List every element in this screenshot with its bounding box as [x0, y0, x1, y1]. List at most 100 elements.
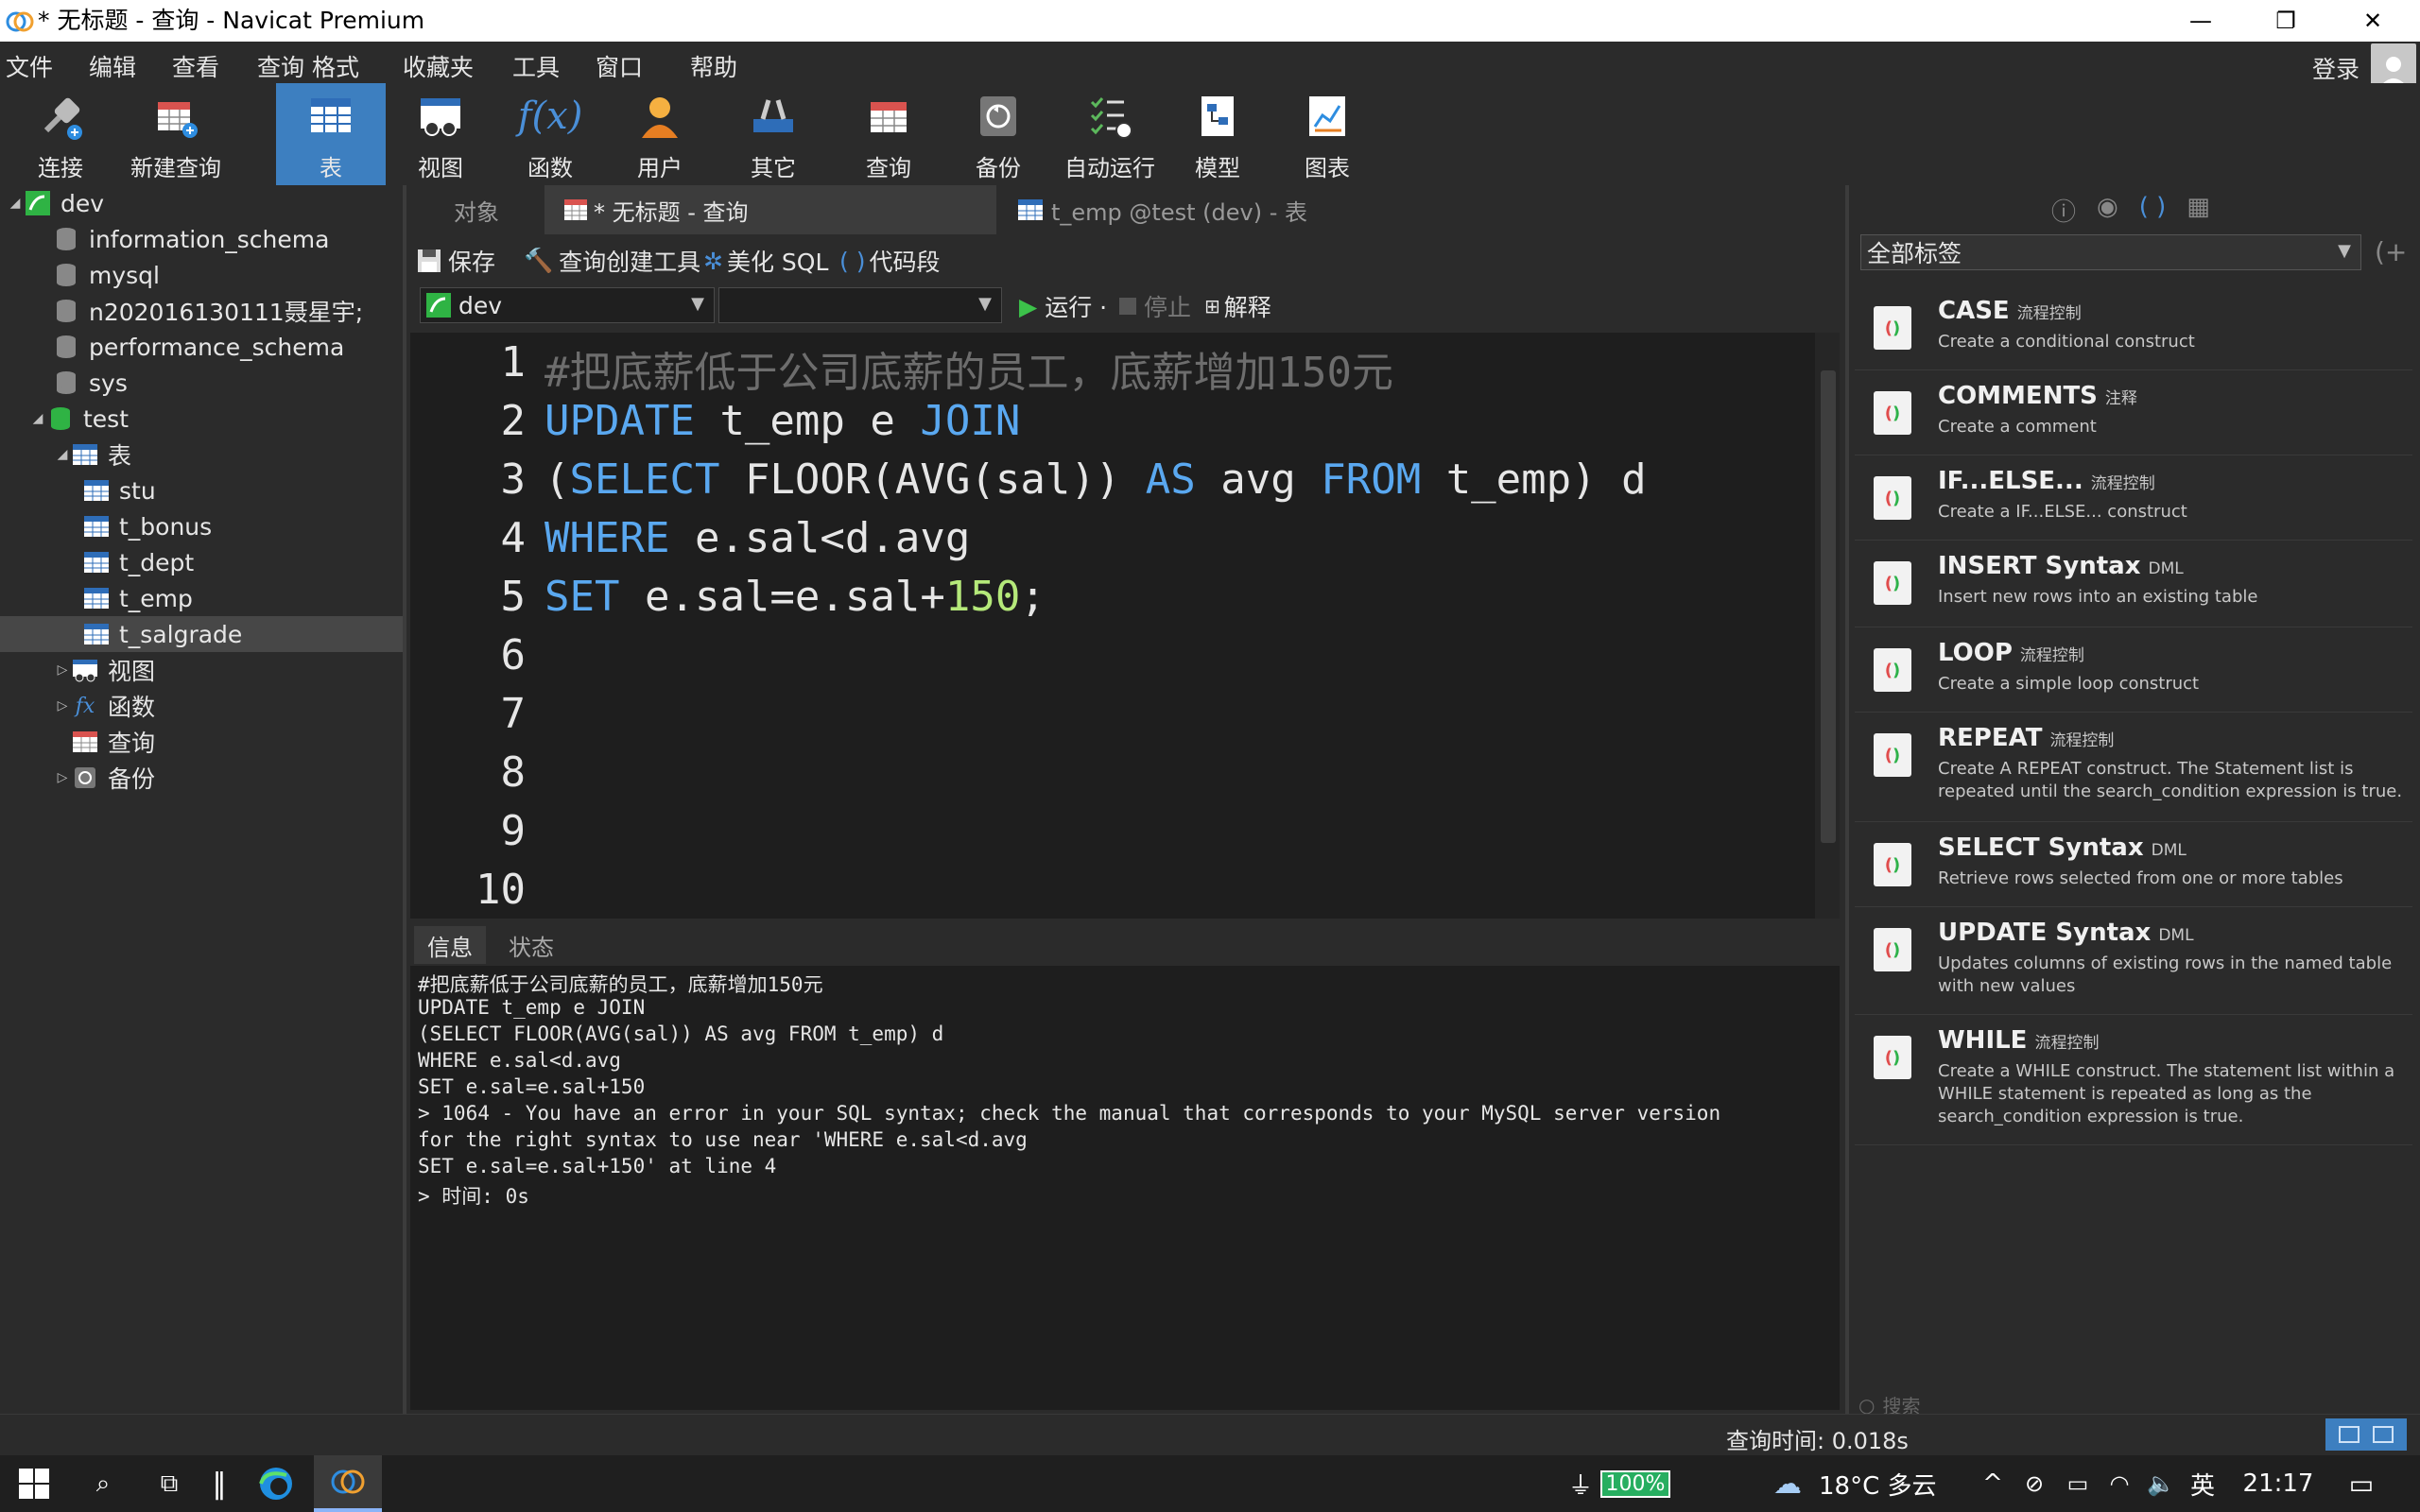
tree-node-table[interactable]: t_dept — [83, 544, 194, 580]
menu-view[interactable]: 查看 — [172, 49, 219, 83]
expanded-arrow-icon[interactable]: ◢ — [53, 447, 72, 462]
menu-favorites[interactable]: 收藏夹 — [403, 49, 474, 83]
code-snippet-button[interactable]: ( ) 代码段 — [839, 244, 940, 278]
taskbar-navicat[interactable] — [314, 1455, 382, 1512]
view-button[interactable]: 视图 — [389, 83, 492, 185]
tree-node-database[interactable]: information_schema — [34, 221, 329, 257]
save-button[interactable]: 保存 — [416, 244, 495, 278]
notification-icon[interactable]: ▭ — [2335, 1455, 2388, 1512]
tab-table[interactable]: t_emp @test (dev) - 表 — [998, 185, 1443, 234]
sql-editor[interactable]: 1 2 3 4 5 6 7 8 9 10 #把底薪低于公司底薪的员工，底薪增加1… — [410, 333, 1840, 919]
task-view-button[interactable]: ⧉ — [138, 1455, 200, 1512]
stop-button[interactable]: 停止 — [1119, 289, 1191, 323]
grid-icon[interactable]: ▦ — [2187, 193, 2210, 228]
run-button[interactable]: ▶ 运行 · — [1019, 289, 1107, 323]
volume-icon[interactable]: 🔈 — [2140, 1455, 2182, 1512]
right-panel-icon[interactable] — [2373, 1426, 2394, 1443]
battery-icon[interactable]: ▭ — [2057, 1455, 2099, 1512]
query-button[interactable]: 查询 — [838, 83, 940, 185]
left-panel-icon[interactable] — [2339, 1426, 2360, 1443]
menu-file[interactable]: 文件 — [6, 49, 53, 83]
chart-button[interactable]: 图表 — [1276, 83, 1378, 185]
query-builder-button[interactable]: 🔨 查询创建工具 — [524, 244, 700, 278]
battery-indicator[interactable]: 100% — [1598, 1455, 1673, 1512]
start-button[interactable] — [0, 1455, 68, 1512]
tree-node-database[interactable]: sys — [34, 365, 128, 401]
preview-icon[interactable]: ◉ — [2097, 193, 2118, 228]
beautify-sql-button[interactable]: ✲ 美化 SQL — [703, 244, 828, 278]
tab-info[interactable]: 信息 — [414, 926, 486, 964]
snippet-icon[interactable]: ( ) — [2139, 193, 2167, 228]
login-link[interactable]: 登录 — [2312, 51, 2360, 85]
panel-layout-toggle[interactable] — [2325, 1418, 2407, 1451]
snippet-item[interactable]: () REPEAT 流程控制 Create A REPEAT construct.… — [1855, 714, 2412, 822]
tree-node-database[interactable]: mysql — [34, 257, 160, 293]
tree-node-functions-folder[interactable]: ▷ fx 函数 — [53, 688, 155, 724]
expanded-arrow-icon[interactable]: ◢ — [6, 196, 25, 211]
info-icon[interactable]: ⓘ — [2051, 193, 2076, 228]
function-button[interactable]: f(x) 函数 — [499, 83, 601, 185]
weather-cloud-icon[interactable]: ☁ — [1764, 1455, 1811, 1512]
wifi-icon[interactable]: ◠ — [2099, 1455, 2140, 1512]
search-button[interactable]: ⌕ — [72, 1455, 134, 1512]
input-method-indicator[interactable]: 英 — [2182, 1455, 2223, 1512]
automation-button[interactable]: 自动运行 — [1059, 83, 1161, 185]
expanded-arrow-icon[interactable]: ◢ — [28, 411, 47, 426]
snippet-item[interactable]: () UPDATE Syntax DML Updates columns of e… — [1855, 909, 2412, 1015]
close-button[interactable]: ✕ — [2327, 0, 2418, 42]
menu-tools[interactable]: 工具 — [512, 49, 560, 83]
avatar[interactable] — [2371, 43, 2416, 89]
tree-node-database-open[interactable]: ◢ test — [28, 401, 129, 437]
snippet-item[interactable]: () LOOP 流程控制 Create a simple loop constru… — [1855, 629, 2412, 713]
tag-filter-select[interactable]: 全部标签 ▼ — [1860, 234, 2361, 270]
table-button[interactable]: 表 — [276, 83, 386, 185]
menu-window[interactable]: 窗口 — [596, 49, 643, 83]
model-button[interactable]: 模型 — [1167, 83, 1269, 185]
collapsed-arrow-icon[interactable]: ▷ — [53, 770, 72, 785]
tree-node-views-folder[interactable]: ▷ 视图 — [53, 652, 155, 688]
snippet-item[interactable]: () COMMENTS 注释 Create a comment — [1855, 372, 2412, 455]
power-plug-icon[interactable]: ⏚ — [1562, 1455, 1599, 1512]
explain-button[interactable]: ⊞ 解释 — [1204, 289, 1271, 323]
menu-format[interactable]: 格式 — [312, 49, 359, 83]
tree-node-backups-folder[interactable]: ▷ 备份 — [53, 760, 155, 796]
snippet-item[interactable]: () WHILE 流程控制 Create a WHILE construct. T… — [1855, 1017, 2412, 1145]
weather-text[interactable]: 18°C 多云 — [1819, 1455, 1970, 1512]
database-select[interactable]: ▼ — [718, 287, 1002, 323]
snippet-item[interactable]: () INSERT Syntax DML Insert new rows into… — [1855, 542, 2412, 627]
collapsed-arrow-icon[interactable]: ▷ — [53, 662, 72, 678]
maximize-button[interactable]: ❐ — [2240, 0, 2331, 42]
menu-edit[interactable]: 编辑 — [89, 49, 136, 83]
editor-scrollbar[interactable] — [1815, 333, 1840, 919]
tree-node-tables-folder[interactable]: ◢ 表 — [53, 437, 131, 472]
tree-node-connection[interactable]: ◢ dev — [6, 185, 104, 221]
tree-node-queries-folder[interactable]: 查询 — [72, 724, 155, 760]
tab-objects[interactable]: 对象 — [410, 185, 543, 234]
tree-node-database[interactable]: n202016130111聂星宇; — [34, 293, 363, 329]
tree-node-table-selected[interactable]: t_salgrade — [0, 616, 403, 652]
taskbar-edge[interactable] — [242, 1455, 310, 1512]
clock[interactable]: 21:17 — [2231, 1455, 2325, 1512]
tree-node-database[interactable]: performance_schema — [34, 329, 344, 365]
collapsed-arrow-icon[interactable]: ▷ — [53, 698, 72, 713]
tab-query[interactable]: * 无标题 - 查询 — [544, 185, 996, 234]
connection-select[interactable]: dev ▼ — [420, 287, 715, 323]
chevron-up-icon[interactable]: ^ — [1976, 1455, 2010, 1512]
scrollbar-thumb[interactable] — [1821, 370, 1836, 843]
new-query-button[interactable]: 新建查询 — [125, 83, 227, 185]
snippet-item[interactable]: () IF...ELSE... 流程控制 Create a IF...ELSE..… — [1855, 457, 2412, 541]
tree-node-table[interactable]: t_bonus — [83, 508, 212, 544]
tree-node-table[interactable]: t_emp — [83, 580, 193, 616]
snippet-item[interactable]: () CASE 流程控制 Create a conditional constru… — [1855, 287, 2412, 370]
tab-status[interactable]: 状态 — [495, 926, 567, 964]
user-button[interactable]: 用户 — [609, 83, 711, 185]
tree-node-table[interactable]: stu — [83, 472, 156, 508]
menu-help[interactable]: 帮助 — [690, 49, 737, 83]
others-button[interactable]: 其它 — [722, 83, 824, 185]
connect-button[interactable]: 连接 — [9, 83, 112, 185]
snippet-item[interactable]: () SELECT Syntax DML Retrieve rows select… — [1855, 824, 2412, 907]
backup-button[interactable]: 备份 — [947, 83, 1049, 185]
add-snippet-icon[interactable]: (+ — [2375, 236, 2407, 267]
menu-query[interactable]: 查询 — [257, 49, 304, 83]
network-error-icon[interactable]: ⊘ — [2014, 1455, 2055, 1512]
